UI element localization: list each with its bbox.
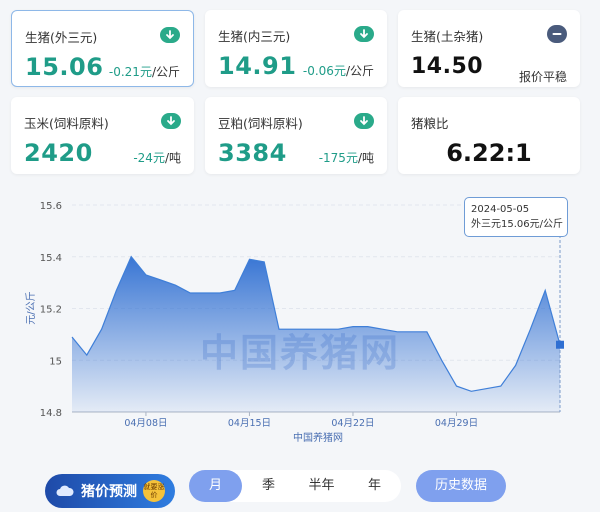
- card-change: -0.21元/公斤: [108, 65, 180, 79]
- down-arrow-icon: [160, 27, 180, 43]
- x-axis-label: 中国养猪网: [293, 431, 343, 444]
- card-price: 2420: [24, 139, 93, 167]
- watermark-text: 中国养猪网: [200, 331, 401, 375]
- period-tabs: 月 季 半年 年: [189, 470, 401, 502]
- cursor-marker: [556, 340, 564, 349]
- y-tick-label: 14.8: [40, 408, 62, 419]
- price-card-corn[interactable]: 玉米(饲料原料) 2420 -24元/吨: [11, 97, 194, 174]
- tab-half-year[interactable]: 半年: [295, 470, 348, 502]
- y-axis-label: 元/公斤: [25, 291, 37, 324]
- x-tick-label: 04月08日: [124, 418, 167, 429]
- card-name: 生猪(土杂猪): [411, 29, 484, 44]
- card-price: 14.50: [411, 54, 484, 79]
- card-name: 玉米(饲料原料): [24, 116, 109, 131]
- tab-year[interactable]: 年: [348, 470, 401, 502]
- history-data-button[interactable]: 历史数据: [416, 470, 506, 502]
- price-card-neisanyuan[interactable]: 生猪(内三元) 14.91 -0.06元/公斤: [205, 10, 387, 87]
- card-change: -24元/吨: [133, 151, 181, 165]
- y-tick-label: 15.6: [40, 201, 62, 212]
- card-price: 3384: [218, 139, 287, 167]
- card-name: 豆粕(饲料原料): [218, 116, 303, 131]
- y-tick-label: 15.2: [40, 305, 62, 316]
- price-card-pig-grain-ratio[interactable]: 猪粮比 6.22:1: [398, 97, 580, 174]
- prediction-label: 猪价预测: [81, 484, 137, 500]
- card-price: 15.06: [25, 53, 104, 81]
- cloud-icon: [56, 485, 74, 496]
- tooltip-date: 2024-05-05: [471, 204, 530, 215]
- chart-tooltip: 2024-05-05 外三元15.06元/公斤: [464, 197, 568, 237]
- price-card-soymeal[interactable]: 豆粕(饲料原料) 3384 -175元/吨: [205, 97, 387, 174]
- x-tick-label: 04月22日: [331, 418, 374, 429]
- price-card-waisanyuan[interactable]: 生猪(外三元) 15.06 -0.21元/公斤: [11, 10, 194, 87]
- tooltip-value: 外三元15.06元/公斤: [471, 219, 563, 230]
- down-arrow-icon: [354, 113, 374, 129]
- minus-icon: [547, 25, 567, 43]
- x-tick-label: 04月15日: [228, 418, 271, 429]
- card-price: 6.22:1: [446, 139, 532, 167]
- card-change: -175元/吨: [318, 151, 374, 165]
- x-tick-label: 04月29日: [435, 418, 478, 429]
- rising-price-badge: 就要涨价: [143, 480, 165, 502]
- tab-quarter[interactable]: 季: [242, 470, 295, 502]
- price-card-tuzazhu[interactable]: 生猪(土杂猪) 14.50 报价平稳: [398, 10, 580, 87]
- y-tick-label: 15: [49, 356, 62, 367]
- down-arrow-icon: [161, 113, 181, 129]
- card-name: 生猪(内三元): [218, 29, 291, 44]
- down-arrow-icon: [354, 26, 374, 42]
- tab-month[interactable]: 月: [189, 470, 242, 502]
- price-prediction-button[interactable]: 猪价预测 就要涨价: [45, 474, 175, 508]
- y-tick-label: 15.4: [40, 253, 62, 264]
- card-price: 14.91: [218, 52, 297, 80]
- card-flat-status: 报价平稳: [518, 70, 567, 84]
- card-change: -0.06元/公斤: [302, 64, 374, 78]
- card-name: 生猪(外三元): [25, 30, 98, 45]
- card-name: 猪粮比: [411, 116, 449, 131]
